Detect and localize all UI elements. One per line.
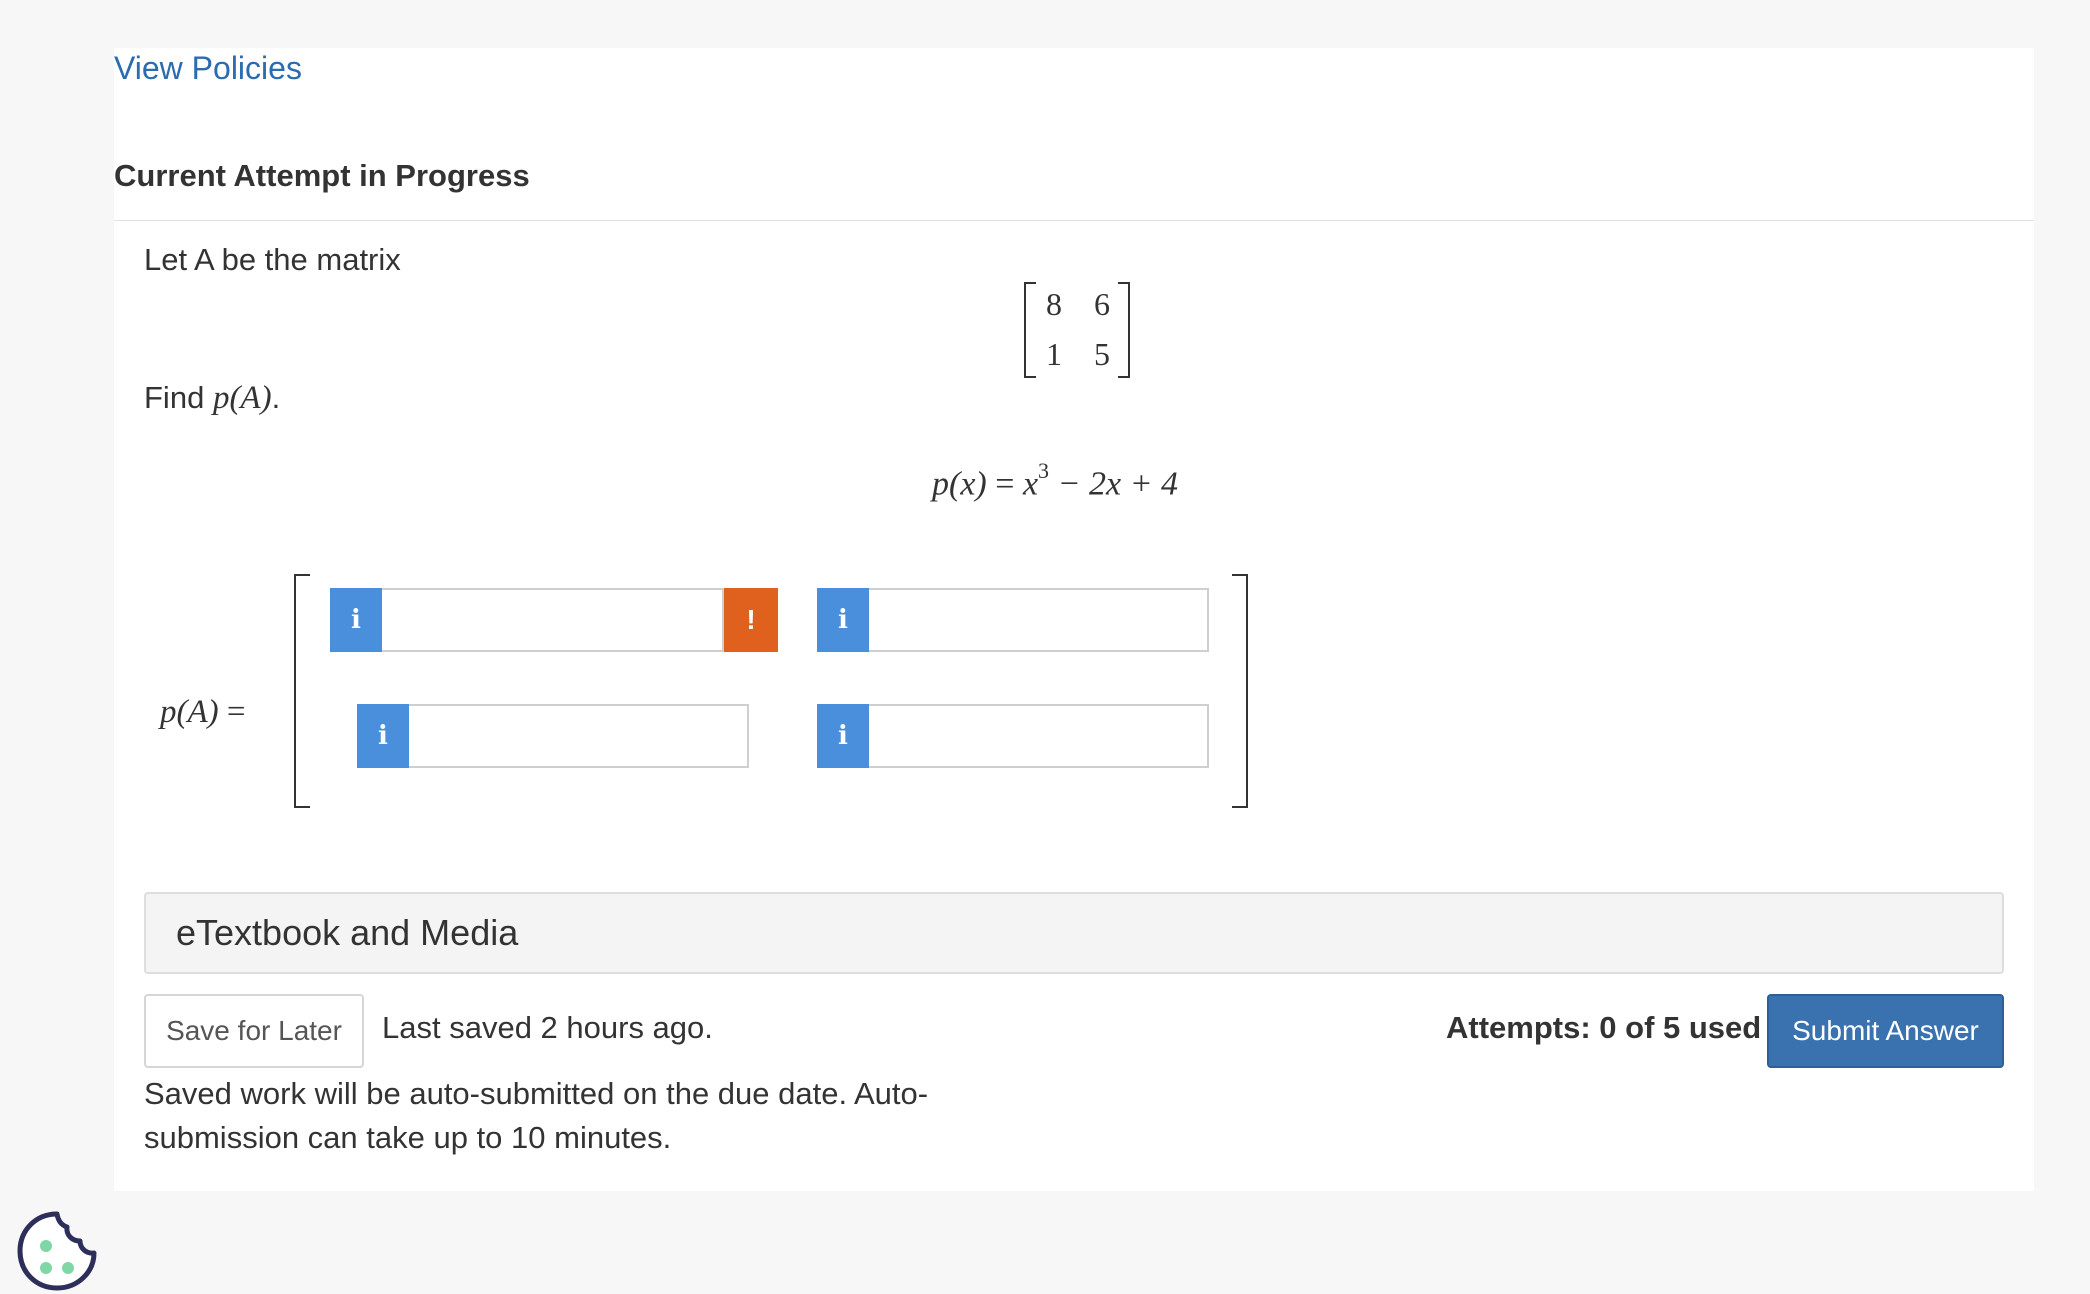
answer-cell-2-1: i: [357, 704, 749, 768]
answer-input-1-2[interactable]: [869, 588, 1209, 652]
answer-equals: =: [226, 694, 246, 730]
matrix-entry: 8: [1046, 286, 1062, 322]
find-label: Find: [144, 380, 205, 415]
save-for-later-button[interactable]: Save for Later: [144, 994, 364, 1068]
poly-lhs: p(x): [932, 465, 987, 503]
exclamation-icon[interactable]: !: [724, 588, 778, 652]
attempts-counter: Attempts: 0 of 5 used: [1446, 1010, 1762, 1045]
answer-input-2-1[interactable]: [409, 704, 749, 768]
matrix-right-bracket: [1118, 282, 1130, 378]
divider: [114, 220, 2034, 221]
info-icon[interactable]: i: [357, 704, 409, 768]
attempt-title: Current Attempt in Progress: [114, 158, 530, 193]
cookie-icon[interactable]: [14, 1208, 100, 1294]
answer-label: p(A) =: [160, 694, 246, 731]
info-icon[interactable]: i: [330, 588, 382, 652]
find-period: .: [271, 380, 281, 415]
answer-lhs: p(A): [160, 694, 219, 730]
matrix-entry: 6: [1094, 286, 1110, 322]
answer-cell-2-2: i: [817, 704, 1209, 768]
info-icon[interactable]: i: [817, 588, 869, 652]
given-matrix: 8 6 1 5: [1024, 282, 1130, 378]
answer-input-1-1[interactable]: [382, 588, 724, 652]
view-policies-link[interactable]: View Policies: [114, 50, 302, 87]
find-prompt: Find p(A).: [144, 380, 280, 417]
answer-left-bracket: [294, 574, 310, 808]
answer-right-bracket: [1232, 574, 1248, 808]
poly-exponent: 3: [1038, 458, 1050, 483]
answer-cell-1-1: i !: [330, 588, 778, 652]
last-saved-status: Last saved 2 hours ago.: [382, 1010, 713, 1045]
poly-equals: =: [995, 465, 1015, 503]
matrix-entry: 5: [1094, 336, 1110, 372]
auto-submit-note: Saved work will be auto-submitted on the…: [144, 1076, 929, 1155]
info-icon[interactable]: i: [817, 704, 869, 768]
answer-input-2-2[interactable]: [869, 704, 1209, 768]
poly-rest: − 2x + 4: [1057, 465, 1179, 503]
matrix-entry: 1: [1046, 336, 1062, 372]
question-intro: Let A be the matrix: [144, 242, 401, 277]
submit-answer-button[interactable]: Submit Answer: [1767, 994, 2004, 1068]
find-expression: p(A): [212, 380, 272, 416]
poly-x: x: [1022, 465, 1039, 503]
etextbook-panel[interactable]: eTextbook and Media: [144, 892, 2004, 974]
answer-cell-1-2: i: [817, 588, 1209, 652]
polynomial-definition: p(x) = x3 − 2x + 4: [932, 458, 1179, 503]
matrix-left-bracket: [1024, 282, 1036, 378]
etextbook-label: eTextbook and Media: [176, 912, 519, 953]
